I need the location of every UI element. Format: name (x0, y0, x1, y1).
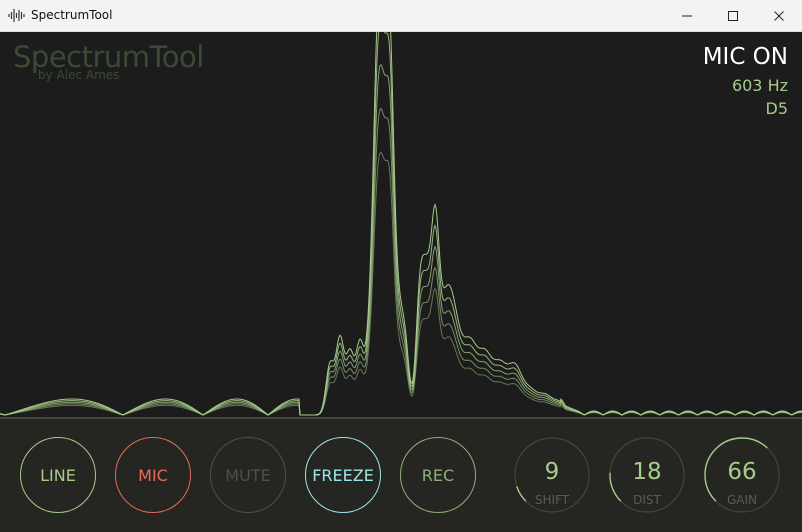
gain-knob[interactable]: 66 GAIN (704, 437, 780, 513)
gain-value: 66 (727, 459, 757, 485)
shift-value: 9 (544, 459, 560, 485)
shift-knob[interactable]: 9 SHIFT (514, 437, 590, 513)
spectrum-trace (0, 32, 802, 416)
gain-label: GAIN (726, 493, 758, 507)
mic-button-label: MIC (138, 465, 168, 485)
spectrum-trace (0, 32, 802, 416)
minimize-icon (682, 15, 692, 16)
mute-button[interactable]: MUTE (210, 437, 286, 513)
app-window: SpectrumTool SpectrumTool by Alec Ames M… (0, 0, 802, 532)
window-title: SpectrumTool (31, 8, 113, 22)
input-status: MIC ON (702, 44, 788, 70)
freeze-button[interactable]: FREEZE (305, 437, 381, 513)
dist-value: 18 (632, 459, 662, 485)
dist-label: DIST (633, 493, 661, 507)
line-button-label: LINE (40, 465, 76, 485)
frequency-readout: 603 Hz (731, 76, 788, 95)
rec-button[interactable]: REC (400, 437, 476, 513)
close-button[interactable] (756, 0, 802, 31)
maximize-button[interactable] (710, 0, 756, 31)
spectrum-graph (0, 32, 802, 416)
spectrum-trace (0, 64, 802, 416)
maximize-icon (728, 10, 738, 21)
close-icon (774, 10, 784, 21)
mute-button-label: MUTE (225, 465, 271, 485)
shift-label: SHIFT (534, 493, 570, 507)
spectrum-trace (0, 151, 802, 416)
spectrum-display: SpectrumTool by Alec Ames MIC ON 603 Hz … (0, 32, 802, 417)
freeze-button-label: FREEZE (312, 465, 374, 485)
spectrum-trace (0, 107, 802, 416)
note-readout: D5 (765, 99, 789, 118)
rec-button-label: REC (421, 465, 455, 485)
minimize-button[interactable] (664, 0, 710, 31)
dist-knob[interactable]: 18 DIST (609, 437, 685, 513)
mic-button[interactable]: MIC (115, 437, 191, 513)
brand-byline: by Alec Ames (38, 68, 120, 82)
waveform-icon (8, 9, 25, 22)
title-bar: SpectrumTool (0, 0, 802, 32)
line-button[interactable]: LINE (20, 437, 96, 513)
control-panel: LINE MIC MUTE FREEZE REC 9 SHIFT 18 DIST… (0, 417, 802, 532)
